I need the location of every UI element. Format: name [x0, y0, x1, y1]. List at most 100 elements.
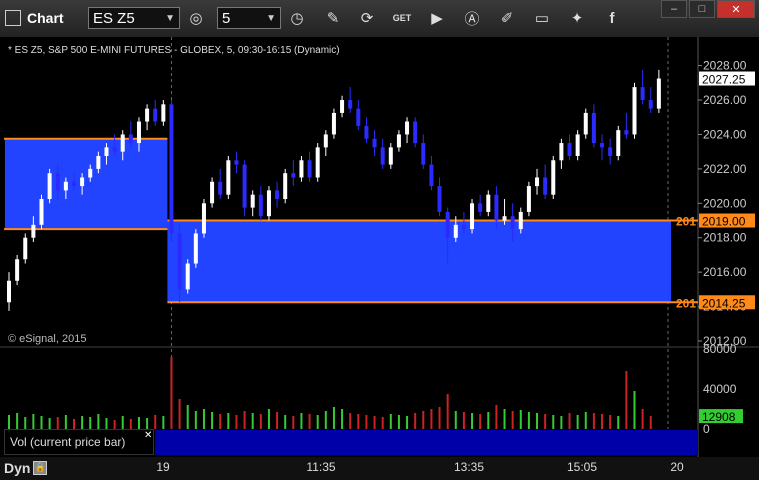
price-tick-label: 2020.00	[703, 196, 747, 210]
volume-tick-label: 80000	[703, 342, 737, 356]
candle-body	[453, 224, 458, 238]
candle-body	[145, 108, 150, 122]
pencil-icon[interactable]: ✎	[323, 8, 343, 28]
time-label: 19	[156, 460, 170, 474]
tools-icon[interactable]: ✐	[497, 8, 517, 28]
candle-body	[445, 211, 450, 238]
chart-canvas[interactable]: * ES Z5, S&P 500 E-MINI FUTURES - GLOBEX…	[0, 37, 759, 457]
candle-body	[185, 263, 190, 290]
candle-body	[518, 211, 523, 230]
dynamic-mode-toggle[interactable]: Dyn 🔒	[4, 457, 48, 478]
candle-body	[169, 104, 174, 234]
candle-body	[291, 173, 296, 178]
price-chart[interactable]: * ES Z5, S&P 500 E-MINI FUTURES - GLOBEX…	[0, 37, 759, 457]
candle-body	[136, 121, 141, 144]
candle-body	[372, 138, 377, 148]
symbol-input-value: ES Z5	[93, 9, 135, 27]
candle-body	[437, 186, 442, 212]
candle-body	[71, 181, 76, 187]
close-icon[interactable]: ✕	[144, 430, 152, 441]
candle-body	[396, 134, 401, 148]
candle-body	[299, 160, 304, 178]
candle-body	[616, 130, 621, 156]
candle-body	[307, 160, 312, 178]
candle-body	[7, 280, 11, 303]
candle-body	[535, 177, 540, 187]
candle-body	[120, 134, 125, 152]
candle-body	[96, 155, 101, 169]
time-label: 15:05	[566, 460, 598, 474]
symbol-input[interactable]: ES Z5 ▼	[88, 7, 180, 29]
candle-body	[583, 112, 588, 135]
candle-body	[470, 203, 475, 230]
chevron-down-icon[interactable]: ▼	[165, 13, 175, 24]
candle-body	[486, 194, 491, 212]
get-icon[interactable]: GET	[392, 8, 412, 28]
window-logo-icon	[5, 10, 21, 26]
candle-body	[201, 203, 206, 234]
candle-body	[388, 147, 393, 165]
maximize-button[interactable]: □	[689, 0, 715, 18]
candle-body	[266, 190, 271, 217]
play-icon[interactable]: ▶	[427, 8, 447, 28]
price-tick-label: 2026.00	[703, 93, 747, 107]
target-icon[interactable]: ◎	[186, 8, 206, 28]
candle-body	[250, 194, 255, 208]
time-label: 13:35	[453, 460, 485, 474]
candle-body	[380, 147, 385, 165]
candle-body	[55, 173, 60, 191]
candle-body	[600, 143, 605, 148]
close-button[interactable]: ✕	[717, 0, 755, 18]
candle-body	[575, 134, 580, 156]
toolbar: Chart ES Z5 ▼ ◎ 5 ▼ ◷ ✎ ⟳ GET ▶ Ⓐ ✐ ▭ ✦ …	[0, 0, 759, 38]
candle-body	[648, 100, 653, 109]
lock-icon[interactable]: 🔒	[33, 460, 48, 475]
volume-study-label[interactable]: Vol (current price bar)	[4, 429, 154, 455]
candle-body	[421, 143, 426, 165]
candle-body	[356, 108, 361, 126]
price-tick-label: 2016.00	[703, 265, 747, 279]
candle-body	[364, 125, 369, 139]
candle-body	[63, 181, 68, 191]
chat-icon[interactable]: ▭	[532, 8, 552, 28]
candle-body	[340, 100, 345, 113]
level-price-label: 2014.25	[702, 296, 746, 310]
candle-body	[405, 121, 410, 135]
candle-body	[226, 160, 231, 195]
chevron-down-icon[interactable]: ▼	[266, 13, 276, 24]
candle-body	[161, 104, 166, 122]
price-tick-label: 2028.00	[703, 59, 747, 73]
candle-body	[478, 203, 483, 212]
last-price-label: 2027.25	[702, 73, 746, 87]
volume-tick-label: 40000	[703, 382, 737, 396]
volume-study-text: Vol (current price bar)	[10, 435, 126, 449]
candle-body	[640, 87, 645, 101]
candle-body	[15, 259, 20, 281]
twitter-icon[interactable]: ✦	[567, 8, 587, 28]
dynamic-mode-label: Dyn	[4, 459, 31, 476]
history-icon[interactable]: ◷	[287, 8, 307, 28]
candle-body	[461, 224, 466, 230]
candle-body	[283, 173, 288, 199]
candle-body	[242, 164, 247, 208]
volume-study-bar	[155, 430, 698, 455]
candle-body	[551, 160, 556, 195]
window-title-text: Chart	[27, 10, 64, 26]
price-tick-label: 2024.00	[703, 127, 747, 141]
price-tick-label: 2018.00	[703, 231, 747, 245]
candle-body	[510, 216, 515, 230]
candle-body	[331, 112, 336, 135]
candle-body	[193, 233, 198, 264]
interval-input[interactable]: 5 ▼	[217, 7, 281, 29]
alert-icon[interactable]: Ⓐ	[462, 8, 482, 28]
candle-body	[494, 194, 499, 221]
candle-body	[104, 147, 109, 156]
facebook-icon[interactable]: f	[602, 8, 622, 28]
candle-body	[502, 216, 507, 221]
candle-body	[128, 134, 133, 144]
refresh-icon[interactable]: ⟳	[357, 8, 377, 28]
minimize-button[interactable]: –	[661, 0, 687, 18]
interval-input-value: 5	[222, 9, 231, 27]
candle-body	[632, 87, 637, 135]
candle-body	[591, 112, 596, 144]
